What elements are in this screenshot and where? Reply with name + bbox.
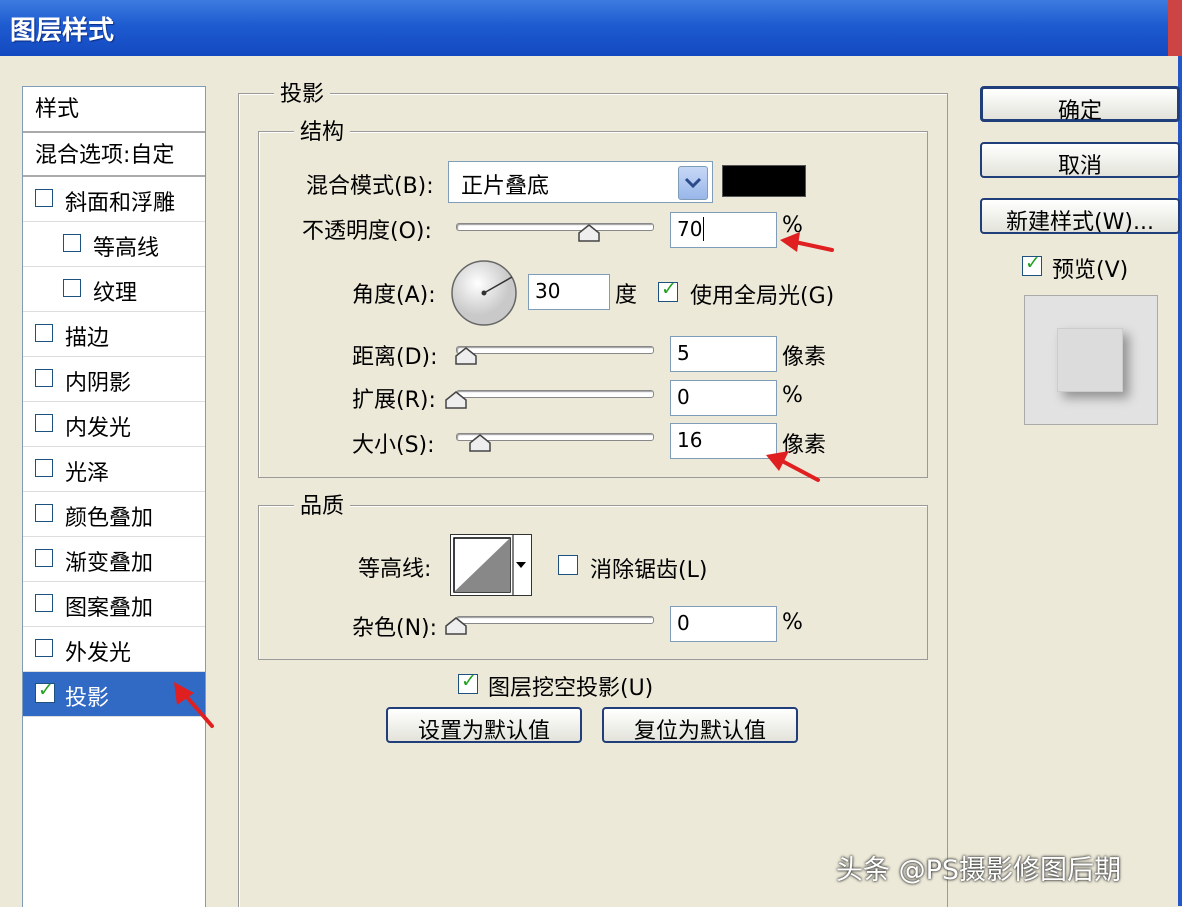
arrow-opacity-icon [780,232,834,252]
watermark: 头条 @PS摄影修图后期 [836,855,1122,886]
arrow-size-icon [766,451,820,482]
arrow-drop-shadow-icon [174,682,214,728]
annotation-arrows [174,232,834,728]
